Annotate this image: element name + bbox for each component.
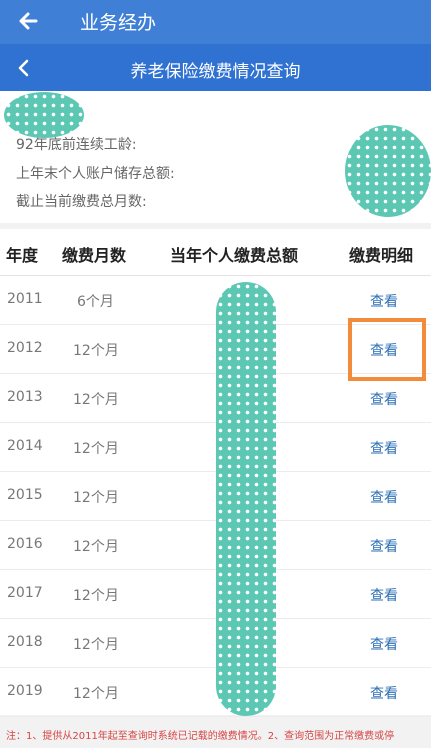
app-bar: 业务经办	[0, 0, 431, 44]
months-cell: 12个月	[73, 441, 119, 457]
view-button[interactable]: 查看	[370, 683, 398, 703]
year-cell: 2011	[7, 291, 43, 307]
view-button[interactable]: 查看	[370, 438, 398, 458]
year-cell: 2016	[7, 536, 43, 552]
highlight-box	[348, 318, 426, 381]
year-cell: 2012	[7, 340, 43, 356]
months-cell: 12个月	[73, 392, 119, 408]
months-cell: 12个月	[73, 588, 119, 604]
year-cell: 2018	[7, 634, 43, 650]
months-cell: 12个月	[73, 343, 119, 359]
view-button[interactable]: 查看	[370, 536, 398, 556]
redaction-mask	[216, 282, 276, 716]
months-cell: 12个月	[73, 490, 119, 506]
year-cell: 2019	[7, 683, 43, 699]
view-button[interactable]: 查看	[370, 291, 398, 311]
view-button[interactable]: 查看	[370, 634, 398, 654]
account-balance-label: 上年末个人账户储存总额:	[16, 166, 175, 182]
redaction-mask	[4, 92, 84, 138]
table-header: 年度 缴费月数 当年个人缴费总额 缴费明细	[0, 229, 431, 276]
year-cell: 2014	[7, 438, 43, 454]
back-arrow-icon[interactable]	[14, 6, 44, 36]
year-cell: 2017	[7, 585, 43, 601]
months-cell: 12个月	[73, 686, 119, 702]
view-button[interactable]: 查看	[370, 585, 398, 605]
redaction-mask	[345, 125, 431, 217]
header-detail: 缴费明细	[349, 246, 414, 265]
view-button[interactable]: 查看	[370, 389, 398, 409]
header-months: 缴费月数	[62, 246, 127, 265]
months-cell: 12个月	[73, 637, 119, 653]
months-cell: 12个月	[73, 539, 119, 555]
page-header: 养老保险缴费情况查询	[0, 44, 431, 91]
header-amount: 当年个人缴费总额	[170, 246, 299, 265]
year-cell: 2013	[7, 389, 43, 405]
year-cell: 2015	[7, 487, 43, 503]
page-title: 养老保险缴费情况查询	[130, 62, 301, 82]
total-months-label: 截止当前缴费总月数:	[16, 194, 147, 210]
view-button[interactable]: 查看	[370, 487, 398, 507]
header-year: 年度	[6, 246, 39, 265]
app-title: 业务经办	[80, 12, 157, 34]
months-cell: 6个月	[77, 294, 114, 310]
footnote: 注：1、提供从2011年起至查询时系统已记载的缴费情况。2、查询范围为正常缴费或…	[6, 731, 395, 742]
